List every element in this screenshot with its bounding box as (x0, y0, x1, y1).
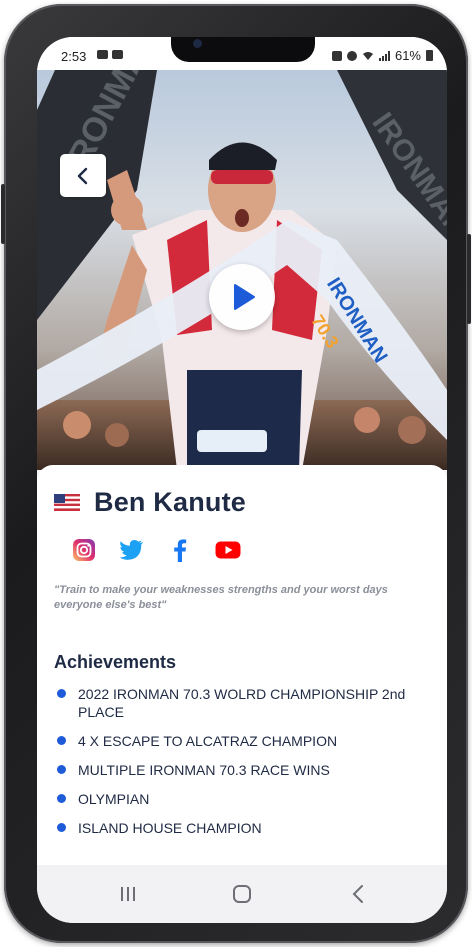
twitter-icon[interactable] (119, 537, 145, 563)
nfc-icon (331, 50, 342, 61)
recents-button[interactable] (114, 883, 142, 905)
phone-frame: 2:53 61% IRONMAN IRONMAN IRONMAN 70.3 Be… (1, 4, 471, 943)
achievement-text: MULTIPLE IRONMAN 70.3 RACE WINS (78, 762, 330, 778)
play-button[interactable] (209, 264, 275, 330)
achievements-title: Achievements (54, 652, 177, 672)
side-button (467, 234, 471, 324)
bullet-icon (57, 823, 66, 832)
play-icon (234, 284, 255, 310)
side-button (1, 184, 5, 244)
status-bar: 2:53 61% (37, 37, 447, 70)
athlete-quote: "Train to make your weaknesses strengths… (54, 584, 388, 611)
signal-icon (378, 50, 390, 61)
bullet-icon (57, 794, 66, 803)
achievement-text: 2022 IRONMAN 70.3 WOLRD CHAMPIONSHIP 2nd… (78, 686, 406, 720)
athlete-name: Ben Kanute (94, 487, 247, 517)
achievement-text: OLYMPIAN (78, 791, 150, 807)
name-row: Ben Kanute (54, 487, 246, 518)
hero-image: IRONMAN IRONMAN IRONMAN 70.3 (37, 70, 447, 470)
status-icons: 61% (331, 48, 433, 63)
bullet-icon (57, 736, 66, 745)
gallery-icon (112, 50, 123, 59)
chevron-left-icon (77, 167, 88, 184)
home-icon (233, 885, 251, 903)
back-button[interactable] (60, 154, 106, 197)
list-item: 2022 IRONMAN 70.3 WOLRD CHAMPIONSHIP 2nd… (54, 685, 434, 721)
back-icon (352, 885, 363, 903)
notification-icon (97, 50, 108, 59)
instagram-icon[interactable] (71, 537, 97, 563)
achievements-list: 2022 IRONMAN 70.3 WOLRD CHAMPIONSHIP 2nd… (54, 685, 434, 848)
list-item: OLYMPIAN (54, 790, 434, 808)
status-time: 2:53 (61, 49, 87, 64)
achievement-text: 4 X ESCAPE TO ALCATRAZ CHAMPION (78, 733, 338, 749)
list-item: MULTIPLE IRONMAN 70.3 RACE WINS (54, 761, 434, 779)
facebook-icon[interactable] (167, 537, 193, 563)
screen: 2:53 61% IRONMAN IRONMAN IRONMAN 70.3 Be… (37, 37, 447, 923)
bullet-icon (57, 765, 66, 774)
nav-back-button[interactable] (344, 883, 372, 905)
battery-percent: 61% (394, 48, 421, 63)
youtube-icon[interactable] (215, 537, 241, 563)
recents-icon (121, 887, 135, 901)
list-item: ISLAND HOUSE CHAMPION (54, 819, 434, 837)
alarm-icon (346, 50, 357, 61)
social-links (71, 537, 241, 563)
system-nav-bar (37, 865, 447, 923)
us-flag-icon (54, 494, 80, 511)
wifi-icon (362, 51, 373, 60)
athlete-card: Ben Kanute "Train to make your weaknesse… (37, 465, 447, 865)
list-item: 4 X ESCAPE TO ALCATRAZ CHAMPION (54, 732, 434, 750)
home-button[interactable] (228, 883, 256, 905)
achievement-text: ISLAND HOUSE CHAMPION (78, 820, 262, 836)
front-camera (193, 39, 202, 48)
bullet-icon (57, 689, 66, 698)
battery-icon (426, 50, 433, 61)
